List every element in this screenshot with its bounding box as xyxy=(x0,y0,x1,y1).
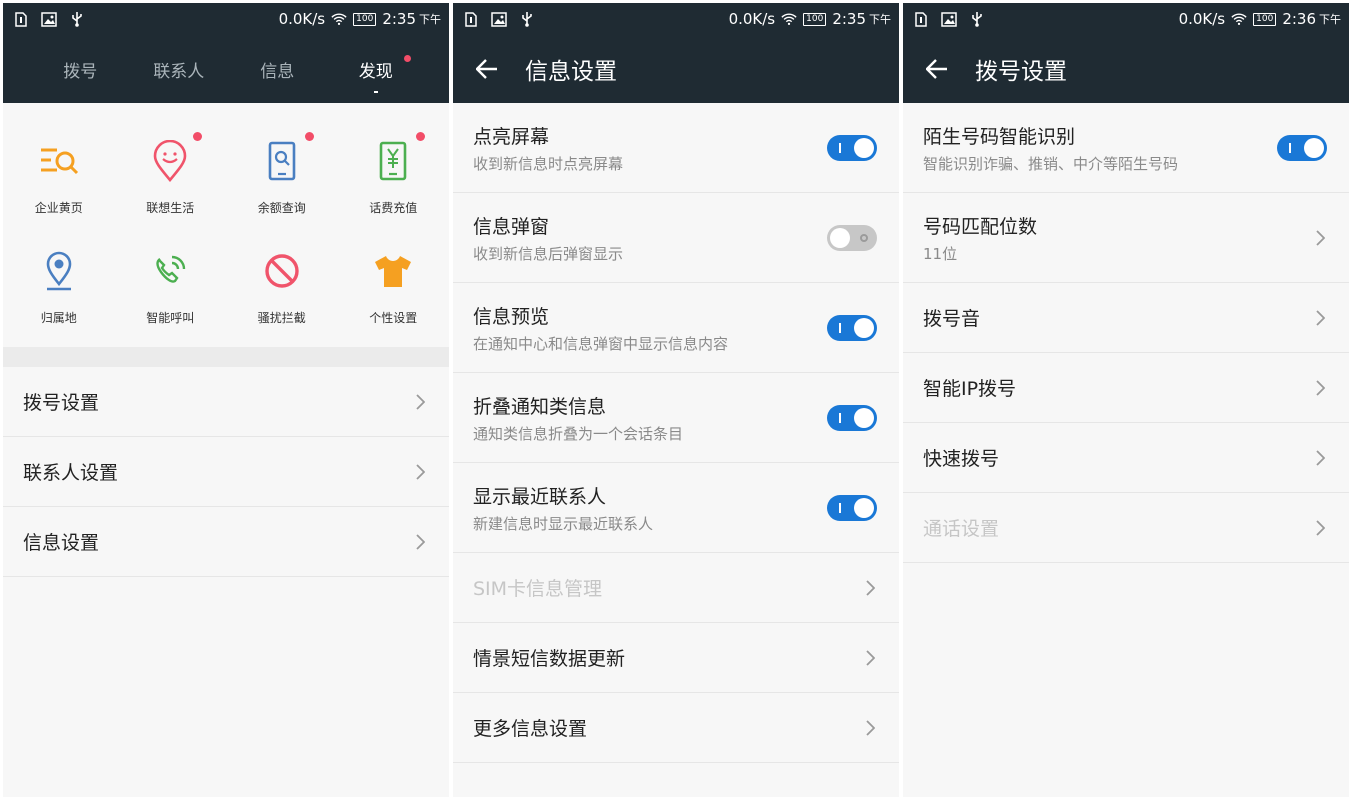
image-icon xyxy=(41,11,57,27)
main-tab-bar: 拨号 联系人 信息 发现 xyxy=(3,35,449,103)
sim-card-icon xyxy=(463,11,479,27)
grid-item-yellow-pages[interactable]: 企业黄页 xyxy=(3,125,115,223)
wake-screen-toggle[interactable] xyxy=(827,134,877,161)
grid-item-balance-query[interactable]: 余额查询 xyxy=(226,125,338,223)
message-settings-screen: 0.0K/s 100 2:35 下午 信息设置 点亮屏幕 收到新信息时点亮屏幕 信… xyxy=(453,3,899,797)
clock-time: 2:36 xyxy=(1282,10,1316,28)
sim-message-management-row: SIM卡信息管理 xyxy=(453,553,899,623)
feature-grid: 企业黄页 联想生活 余额查询 话费充值 归属地 智能呼叫 骚扰拦截 个性设置 xyxy=(3,103,449,347)
usb-icon xyxy=(69,11,85,27)
dial-settings-screen: 0.0K/s 100 2:36 下午 拨号设置 陌生号码智能识别 智能识别诈骗、推… xyxy=(903,3,1349,797)
message-preview-row[interactable]: 信息预览 在通知中心和信息弹窗中显示信息内容 xyxy=(453,283,899,373)
discover-screen: 0.0K/s 100 2:35 下午 拨号 联系人 信息 发现 企业黄页 联想生… xyxy=(3,3,449,797)
status-bar: 0.0K/s 100 2:35 下午 xyxy=(453,3,899,35)
recent-contacts-toggle[interactable] xyxy=(827,494,877,521)
page-title: 信息设置 xyxy=(525,59,617,85)
page-title: 拨号设置 xyxy=(975,59,1067,85)
location-pin-icon xyxy=(37,249,81,293)
status-bar: 0.0K/s 100 2:36 下午 xyxy=(903,3,1349,35)
section-divider xyxy=(3,347,449,367)
title-bar: 拨号设置 xyxy=(903,35,1349,103)
image-icon xyxy=(941,11,957,27)
notification-dot xyxy=(193,132,202,141)
usb-icon xyxy=(519,11,535,27)
dial-tone-row[interactable]: 拨号音 xyxy=(903,283,1349,353)
usb-icon xyxy=(969,11,985,27)
smart-ip-dial-row[interactable]: 智能IP拨号 xyxy=(903,353,1349,423)
network-speed: 0.0K/s xyxy=(1178,10,1226,28)
tab-messages[interactable]: 信息 xyxy=(228,35,327,103)
chevron-right-icon xyxy=(413,531,427,553)
tab-dial[interactable]: 拨号 xyxy=(31,35,130,103)
clock-ampm: 下午 xyxy=(869,13,891,26)
network-speed: 0.0K/s xyxy=(278,10,326,28)
message-popup-toggle[interactable] xyxy=(827,224,877,251)
grid-item-harassment-block[interactable]: 骚扰拦截 xyxy=(226,235,338,333)
network-speed: 0.0K/s xyxy=(728,10,776,28)
message-settings-row[interactable]: 信息设置 xyxy=(3,507,449,577)
balance-search-icon xyxy=(260,139,304,183)
image-icon xyxy=(491,11,507,27)
number-match-digits-row[interactable]: 号码匹配位数 11位 xyxy=(903,193,1349,283)
active-tab-indicator xyxy=(373,91,378,93)
wifi-icon xyxy=(1231,11,1247,27)
grid-item-recharge[interactable]: 话费充值 xyxy=(338,125,450,223)
grid-item-lenovo-life[interactable]: 联想生活 xyxy=(115,125,227,223)
wake-screen-row[interactable]: 点亮屏幕 收到新信息时点亮屏幕 xyxy=(453,103,899,193)
recharge-phone-icon xyxy=(371,139,415,183)
recent-contacts-row[interactable]: 显示最近联系人 新建信息时显示最近联系人 xyxy=(453,463,899,553)
battery-level: 100 xyxy=(353,12,377,26)
sim-card-icon xyxy=(913,11,929,27)
speed-dial-row[interactable]: 快速拨号 xyxy=(903,423,1349,493)
sim-card-icon xyxy=(13,11,29,27)
clock-time: 2:35 xyxy=(382,10,416,28)
chevron-right-icon xyxy=(1313,377,1327,399)
chevron-right-icon xyxy=(413,391,427,413)
message-preview-toggle[interactable] xyxy=(827,314,877,341)
grid-item-smart-call[interactable]: 智能呼叫 xyxy=(115,235,227,333)
status-bar: 0.0K/s 100 2:35 下午 xyxy=(3,3,449,35)
stranger-number-id-toggle[interactable] xyxy=(1277,134,1327,161)
back-arrow-icon[interactable] xyxy=(453,35,521,103)
grid-item-personalize[interactable]: 个性设置 xyxy=(338,235,450,333)
contact-settings-row[interactable]: 联系人设置 xyxy=(3,437,449,507)
wifi-icon xyxy=(331,11,347,27)
clock-ampm: 下午 xyxy=(419,13,441,26)
stranger-number-id-row[interactable]: 陌生号码智能识别 智能识别诈骗、推销、中介等陌生号码 xyxy=(903,103,1349,193)
chevron-right-icon xyxy=(863,717,877,739)
fold-notifications-toggle[interactable] xyxy=(827,404,877,431)
clock-time: 2:35 xyxy=(832,10,866,28)
tab-contacts[interactable]: 联系人 xyxy=(130,35,229,103)
chevron-right-icon xyxy=(863,647,877,669)
notification-dot xyxy=(416,132,425,141)
dial-settings-row[interactable]: 拨号设置 xyxy=(3,367,449,437)
wifi-icon xyxy=(781,11,797,27)
clock-ampm: 下午 xyxy=(1319,13,1341,26)
tshirt-icon xyxy=(371,249,415,293)
battery-level: 100 xyxy=(1253,12,1277,26)
chevron-right-icon xyxy=(863,577,877,599)
notification-dot xyxy=(404,55,411,62)
yellow-pages-icon xyxy=(37,139,81,183)
call-settings-row: 通话设置 xyxy=(903,493,1349,563)
fold-notifications-row[interactable]: 折叠通知类信息 通知类信息折叠为一个会话条目 xyxy=(453,373,899,463)
grid-item-location[interactable]: 归属地 xyxy=(3,235,115,333)
notification-dot xyxy=(304,132,314,141)
tab-discover[interactable]: 发现 xyxy=(327,35,426,103)
chevron-right-icon xyxy=(1313,307,1327,329)
smiley-pin-icon xyxy=(148,139,192,183)
battery-level: 100 xyxy=(803,12,827,26)
smart-call-icon xyxy=(148,249,192,293)
chevron-right-icon xyxy=(413,461,427,483)
title-bar: 信息设置 xyxy=(453,35,899,103)
chevron-right-icon xyxy=(1313,227,1327,249)
message-popup-row[interactable]: 信息弹窗 收到新信息后弹窗显示 xyxy=(453,193,899,283)
block-icon xyxy=(260,249,304,293)
chevron-right-icon xyxy=(1313,517,1327,539)
chevron-right-icon xyxy=(1313,447,1327,469)
more-message-settings-row[interactable]: 更多信息设置 xyxy=(453,693,899,763)
scene-sms-update-row[interactable]: 情景短信数据更新 xyxy=(453,623,899,693)
back-arrow-icon[interactable] xyxy=(903,35,971,103)
